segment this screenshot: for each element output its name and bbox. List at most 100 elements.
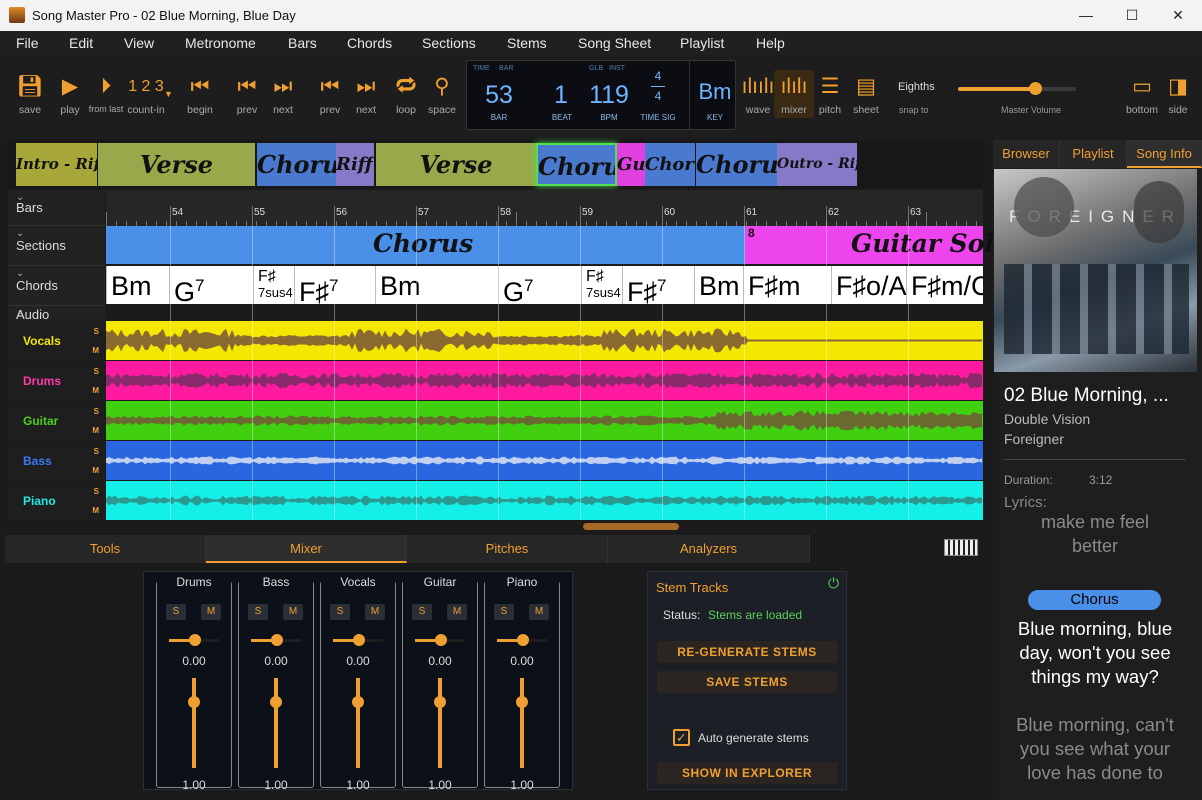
section-block[interactable]: Chorus [257,143,337,186]
menu-metronome[interactable]: Metronome [185,35,256,51]
chord[interactable]: F♯m/C [906,266,983,304]
sections-collapse-icon[interactable]: ⌄ [16,228,101,239]
track-solo-button[interactable]: S [94,407,99,416]
menu-view[interactable]: View [124,35,154,51]
track-solo-button[interactable]: S [94,367,99,376]
section-block[interactable]: Guitar Solo [617,143,645,186]
channel-mute-button[interactable]: M [447,604,467,620]
side-panel-button[interactable]: ◨ side [1158,75,1198,116]
track-mute-button[interactable]: M [92,426,99,435]
pan-knob[interactable] [189,634,201,646]
section-block[interactable]: Riff A [336,143,374,186]
menu-chords[interactable]: Chords [347,35,392,51]
volume-fader[interactable] [274,678,278,768]
channel-solo-button[interactable]: S [248,604,268,620]
pan-slider[interactable] [333,634,383,646]
play-button[interactable]: ▶ play [50,75,90,116]
section-block[interactable]: Chorus [645,143,695,186]
pan-knob[interactable] [517,634,529,646]
volume-knob[interactable] [434,696,446,708]
channel-mute-button[interactable]: M [365,604,385,620]
volume-knob[interactable] [270,696,282,708]
track-solo-button[interactable]: S [94,327,99,336]
bottom-panel-button[interactable]: ▭ bottom [1122,75,1162,116]
section-block[interactable]: Intro - Riff A [16,143,97,186]
wave-view-button[interactable]: ılıılı wave [738,75,778,116]
tab-browser[interactable]: Browser [993,140,1060,168]
pan-slider[interactable] [251,634,301,646]
auto-generate-checkbox[interactable]: ✓ [673,729,690,746]
channel-mute-button[interactable]: M [283,604,303,620]
tab-song-info[interactable]: Song Info [1127,140,1202,168]
chord[interactable]: F♯m [743,266,831,304]
track-header[interactable]: Vocals S M [8,321,105,360]
track-mute-button[interactable]: M [92,506,99,515]
bar-ruler[interactable]: 54 55 56 57 58 59 60 61 62 63 [106,190,983,226]
volume-knob[interactable] [188,696,200,708]
piano-keyboard-icon[interactable] [944,539,978,556]
next-section-button[interactable]: ⏭ next [346,75,386,116]
chord[interactable]: F♯o/A [831,266,906,304]
track-header[interactable]: Guitar S M [8,401,105,440]
chord[interactable]: F♯7 [622,266,694,304]
section-block[interactable]: Verse [98,143,255,186]
count-in-button[interactable]: 1 2 3 count-in [122,75,170,116]
bars-row-header[interactable]: Bars ⌄ [8,190,105,226]
section-block[interactable]: Outro - Riff A [777,143,857,186]
track-mute-button[interactable]: M [92,346,99,355]
chord[interactable]: Bm [106,266,169,304]
track-mute-button[interactable]: M [92,386,99,395]
menu-sections[interactable]: Sections [422,35,476,51]
volume-knob[interactable] [516,696,528,708]
chords-collapse-icon[interactable]: ⌄ [16,268,101,279]
regenerate-stems-button[interactable]: RE-GENERATE STEMS [657,641,837,663]
channel-mute-button[interactable]: M [529,604,549,620]
menu-bars[interactable]: Bars [288,35,317,51]
section-block[interactable]: Chorus - variation [696,143,777,186]
power-icon[interactable]: ⏻ [828,575,839,592]
pan-slider[interactable] [497,634,547,646]
begin-button[interactable]: ⏮ begin [180,75,220,116]
volume-fader[interactable] [438,678,442,768]
chord[interactable]: F♯ 7sus4 [253,266,294,304]
volume-fader[interactable] [520,678,524,768]
tab-analyzers[interactable]: Analyzers [608,535,810,563]
count-in-dropdown-icon[interactable]: ▼ [164,89,173,99]
track-header[interactable]: Drums S M [8,361,105,400]
save-stems-button[interactable]: SAVE STEMS [657,671,837,693]
sections-row-header[interactable]: Sections ⌄ [8,226,105,266]
tab-pitches[interactable]: Pitches [407,535,608,563]
audio-collapse-icon[interactable]: ⌄ [16,306,101,317]
chord[interactable]: Bm [694,266,743,304]
pitch-view-button[interactable]: ☰ pitch [810,75,850,116]
tab-mixer[interactable]: Mixer [206,535,407,563]
chord[interactable]: G7 [169,266,253,304]
pan-slider[interactable] [415,634,465,646]
menu-file[interactable]: File [16,35,39,51]
track-lane[interactable] [106,321,983,360]
bars-collapse-icon[interactable]: ⌄ [16,192,101,203]
snap-to-select[interactable]: Eighths [898,81,935,93]
minimize-button[interactable]: — [1063,0,1109,31]
pan-knob[interactable] [271,634,283,646]
maximize-button[interactable]: ☐ [1109,0,1155,31]
section-block[interactable]: Chorus [536,143,617,186]
channel-solo-button[interactable]: S [412,604,432,620]
section-guitar-solo[interactable]: 8 Guitar Solo [745,226,1011,264]
chords-lane[interactable]: Bm G7 F♯ 7sus4 F♯7 Bm G7 F♯ 7sus4 F♯7 Bm F♯m F♯o/A F♯… [106,266,983,304]
track-lane[interactable] [106,481,983,520]
track-solo-button[interactable]: S [94,447,99,456]
channel-solo-button[interactable]: S [330,604,350,620]
tab-playlist[interactable]: Playlist [1060,140,1127,168]
loop-button[interactable]: 🔁︎ loop [386,75,426,116]
next-bar-button[interactable]: ⏭ next [263,75,303,116]
chords-row-header[interactable]: Chords ⌄ [8,266,105,306]
channel-solo-button[interactable]: S [494,604,514,620]
section-block[interactable]: Verse [376,143,536,186]
track-mute-button[interactable]: M [92,466,99,475]
track-header[interactable]: Bass S M [8,441,105,480]
space-button[interactable]: ⚲ space [422,75,462,116]
chord[interactable]: Bm [375,266,498,304]
sheet-view-button[interactable]: ▤ sheet [846,75,886,116]
track-header[interactable]: Piano S M [8,481,105,520]
